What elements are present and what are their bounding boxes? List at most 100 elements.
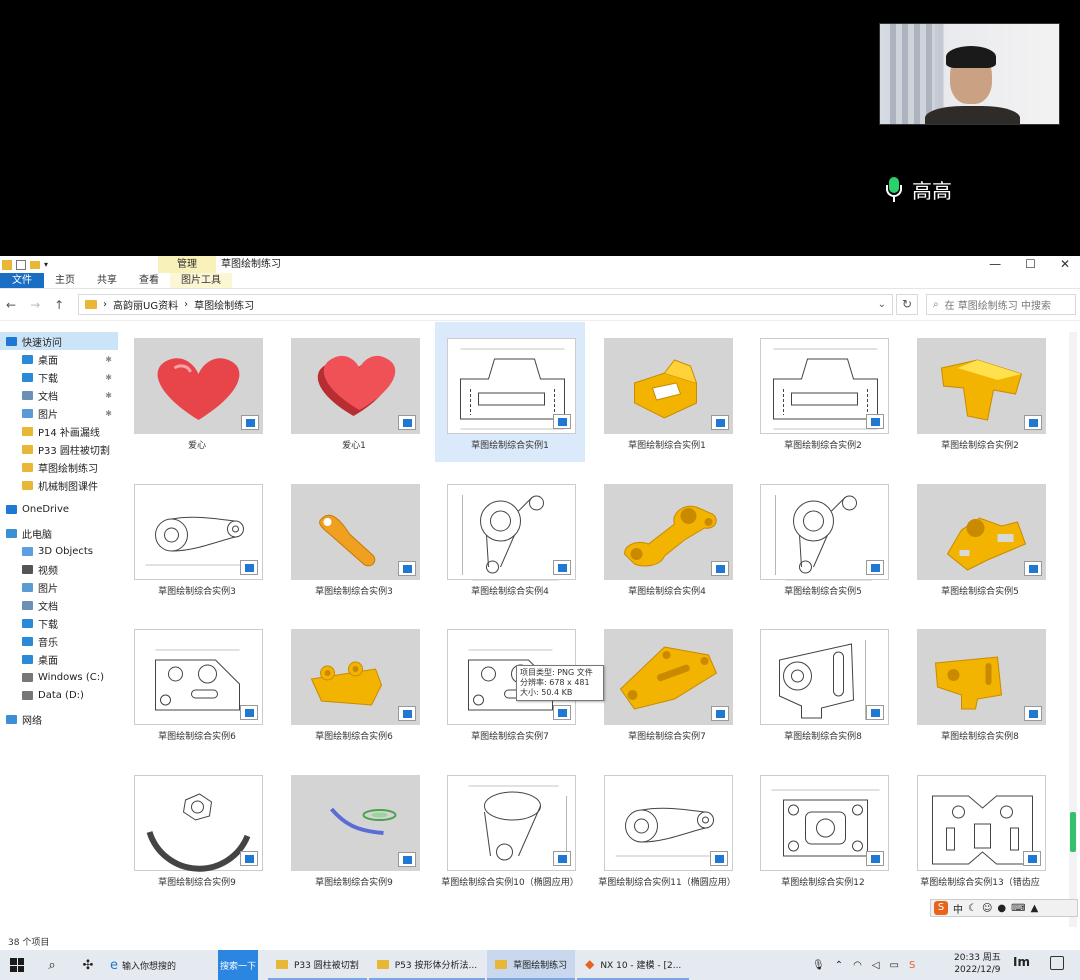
file-item[interactable]: 爱心	[122, 322, 272, 462]
sidebar-item[interactable]: 图片	[0, 578, 118, 596]
file-item[interactable]: 草图绘制综合实例1	[435, 322, 585, 462]
search-box[interactable]: ⌕ 在 草图绘制练习 中搜索	[926, 294, 1076, 315]
ime-tray-icon[interactable]: S	[909, 960, 915, 971]
close-button[interactable]: ✕	[1060, 256, 1070, 273]
sidebar-item[interactable]: 音乐	[0, 632, 118, 650]
pin-icon[interactable]: ✱	[105, 409, 112, 418]
sidebar-item[interactable]: 此电脑	[0, 524, 118, 542]
sidebar-item[interactable]: 文档 ✱	[0, 386, 118, 404]
sidebar-item[interactable]: 快速访问	[0, 332, 118, 350]
minimize-button[interactable]: —	[989, 256, 1001, 273]
file-item[interactable]: 草图绘制综合实例9	[122, 759, 272, 899]
new-folder-icon[interactable]	[30, 260, 40, 269]
sidebar-item[interactable]: P33 圆柱被切割	[0, 440, 118, 458]
scrollbar-thumb[interactable]	[1070, 812, 1076, 852]
taskbar-app[interactable]: P53 按形体分析法...	[368, 950, 486, 980]
wifi-icon[interactable]: ◠	[853, 960, 862, 971]
pinwheel-icon[interactable]: ✣	[70, 950, 106, 980]
manage-context-tab[interactable]: 管理	[158, 256, 216, 273]
file-item[interactable]: 草图绘制综合实例6	[279, 613, 429, 753]
file-item[interactable]: 草图绘制综合实例4	[435, 468, 585, 608]
file-item[interactable]: 草图绘制综合实例12	[748, 759, 898, 899]
taskbar-app[interactable]: 草图绘制练习	[487, 950, 576, 980]
file-item[interactable]: 草图绘制综合实例8	[748, 613, 898, 753]
breadcrumb-item[interactable]: 高韵丽UG资料	[113, 297, 178, 312]
sidebar-item[interactable]: 草图绘制练习	[0, 458, 118, 476]
forward-icon[interactable]: →	[30, 298, 40, 312]
refresh-button[interactable]: ↻	[896, 294, 918, 315]
keyboard-icon[interactable]: ⌨	[1011, 903, 1025, 914]
chevron-down-icon[interactable]: ▾	[44, 260, 54, 270]
file-item[interactable]: 草图绘制综合实例3	[279, 468, 429, 608]
tab-view[interactable]: 查看	[128, 273, 170, 288]
sidebar-item[interactable]: 3D Objects	[0, 542, 118, 560]
vertical-scrollbar[interactable]	[1069, 332, 1077, 927]
mic-icon[interactable]: ●	[997, 903, 1006, 914]
sidebar-item[interactable]: 视频	[0, 560, 118, 578]
sidebar-item[interactable]: P14 补画漏线	[0, 422, 118, 440]
sidebar-item[interactable]: 下载	[0, 614, 118, 632]
sidebar-item[interactable]: 文档	[0, 596, 118, 614]
webcam-preview[interactable]	[879, 23, 1060, 125]
taskbar-search-button[interactable]: 搜索一下	[218, 950, 258, 980]
start-button[interactable]	[0, 950, 34, 980]
pin-icon[interactable]: ✱	[105, 391, 112, 400]
sidebar-item[interactable]: 网络	[0, 710, 118, 728]
ime-toolbar[interactable]: S 中 ☾ ☺ ● ⌨ ▲	[930, 899, 1078, 917]
maximize-button[interactable]: ☐	[1025, 256, 1036, 273]
taskbar-app[interactable]: ◆ NX 10 - 建模 - [2...	[577, 950, 690, 980]
file-item[interactable]: 草图绘制综合实例4	[592, 468, 742, 608]
tab-picture-tools[interactable]: 图片工具	[170, 273, 232, 288]
file-item[interactable]: 草图绘制综合实例3	[122, 468, 272, 608]
file-item[interactable]: 草图绘制综合实例8	[905, 613, 1055, 753]
file-item[interactable]: 草图绘制综合实例5	[905, 468, 1055, 608]
sidebar-item[interactable]: OneDrive	[0, 500, 118, 518]
shirt-icon[interactable]: ▲	[1031, 903, 1039, 914]
file-item[interactable]: 爱心1	[279, 322, 429, 462]
chevron-up-icon[interactable]: ⌃	[835, 960, 843, 971]
file-item[interactable]: 草图绘制综合实例10（椭圆应用）	[435, 759, 585, 899]
search-icon[interactable]: ⌕	[34, 950, 70, 980]
moon-icon[interactable]: ☾	[968, 903, 977, 914]
file-item[interactable]: 草图绘制综合实例2	[748, 322, 898, 462]
file-item[interactable]: 草图绘制综合实例2	[905, 322, 1055, 462]
sidebar-item-label: 下载	[38, 373, 58, 385]
breadcrumb-item[interactable]: 草图绘制练习	[194, 297, 254, 312]
pin-icon[interactable]: ✱	[105, 373, 112, 382]
sidebar-item[interactable]: 图片 ✱	[0, 404, 118, 422]
clock[interactable]: 20:33 周五 2022/12/9	[954, 952, 1001, 976]
notification-icon[interactable]	[1050, 956, 1064, 970]
address-bar[interactable]: › 高韵丽UG资料 › 草图绘制练习 ⌄	[78, 294, 893, 315]
emoji-icon[interactable]: ☺	[982, 903, 992, 914]
battery-icon[interactable]: ▭	[890, 960, 899, 971]
file-item[interactable]: 草图绘制综合实例1	[592, 322, 742, 462]
taskbar-app[interactable]: P33 圆柱被切割	[268, 950, 367, 980]
sidebar-item[interactable]: 下载 ✱	[0, 368, 118, 386]
taskbar-search-box[interactable]: e 输入你想搜的	[106, 952, 218, 978]
ime-language[interactable]: 中	[953, 901, 963, 916]
volume-icon[interactable]: ◁	[872, 960, 880, 971]
file-item[interactable]: 草图绘制综合实例11（椭圆应用）	[592, 759, 742, 899]
sidebar-item[interactable]: 机械制图课件	[0, 476, 118, 494]
tab-home[interactable]: 主页	[44, 273, 86, 288]
back-icon[interactable]: ←	[6, 298, 16, 312]
up-icon[interactable]: ↑	[54, 298, 64, 312]
tab-share[interactable]: 共享	[86, 273, 128, 288]
sidebar-item[interactable]: Windows (C:)	[0, 668, 118, 686]
sidebar-item[interactable]: 桌面 ✱	[0, 350, 118, 368]
ime-logo[interactable]: S	[934, 901, 948, 915]
app-icon[interactable]	[2, 259, 12, 270]
sidebar-item[interactable]: 桌面	[0, 650, 118, 668]
tab-file[interactable]: 文件	[0, 273, 44, 288]
file-item[interactable]: 草图绘制综合实例9	[279, 759, 429, 899]
microphone-tray-icon[interactable]: 🎙	[812, 960, 825, 971]
file-item[interactable]: 草图绘制综合实例5	[748, 468, 898, 608]
file-item[interactable]: 草图绘制综合实例7	[592, 613, 742, 753]
file-item[interactable]: 草图绘制综合实例13（错齿应	[905, 759, 1055, 899]
file-item[interactable]: 草图绘制综合实例6	[122, 613, 272, 753]
pin-icon[interactable]: ✱	[105, 355, 112, 364]
chevron-down-icon[interactable]: ⌄	[878, 299, 886, 310]
show-desktop-icon[interactable]: Iⅿ	[1013, 955, 1030, 969]
properties-icon[interactable]	[16, 259, 26, 270]
sidebar-item[interactable]: Data (D:)	[0, 686, 118, 704]
